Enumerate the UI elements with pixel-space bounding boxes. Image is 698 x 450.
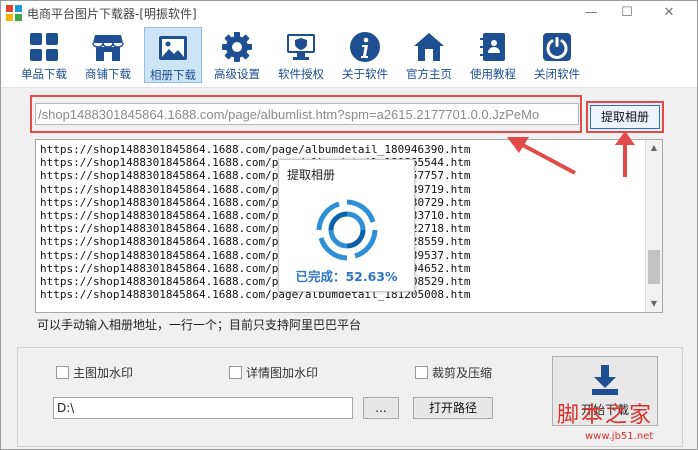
store-icon	[92, 35, 124, 61]
toolbar-item-shop-download[interactable]: 商铺下载	[79, 27, 137, 83]
progress-status: 已完成：52.63%	[295, 269, 398, 284]
open-path-button[interactable]: 打开路径	[413, 397, 493, 419]
toolbar-label: 使用教程	[470, 67, 516, 81]
dialog-title: 提取相册	[287, 168, 336, 182]
save-path-input[interactable]: D:\	[53, 397, 353, 419]
app-logo-icon	[6, 5, 22, 21]
toolbar-item-about[interactable]: 关于软件	[336, 27, 394, 83]
toolbar-label: 相册下载	[150, 68, 196, 82]
annotation-arrow-icon	[615, 131, 635, 177]
title-bar: 电商平台图片下载器-[明振软件] — ☐ ✕	[1, 1, 697, 25]
crop-compress-label: 裁剪及压缩	[432, 366, 493, 380]
toolbar-label: 官方主页	[406, 67, 452, 81]
toolbar-label: 单品下载	[21, 67, 67, 81]
toolbar-label: 关于软件	[342, 67, 388, 81]
window-title: 电商平台图片下载器-[明振软件]	[27, 7, 197, 21]
scrollbar-thumb[interactable]	[648, 250, 660, 284]
toolbar-item-exit[interactable]: 关闭软件	[528, 27, 586, 83]
gear-icon	[222, 32, 252, 62]
annotation-highlight-url	[30, 95, 582, 133]
main-watermark-label: 主图加水印	[73, 366, 134, 380]
close-icon[interactable]: ✕	[659, 4, 679, 22]
image-icon	[159, 36, 187, 60]
toolbar-item-advanced-settings[interactable]: 高级设置	[208, 27, 266, 83]
toolbar-item-license[interactable]: 软件授权	[272, 27, 330, 83]
info-icon	[350, 32, 380, 62]
scroll-up-icon[interactable]: ▲	[646, 140, 662, 156]
home-icon	[414, 33, 444, 61]
book-icon	[480, 33, 505, 61]
toolbar-label: 关闭软件	[534, 67, 580, 81]
toolbar-item-single-download[interactable]: 单品下载	[15, 27, 73, 83]
list-scrollbar[interactable]: ▲ ▼	[645, 140, 662, 312]
minimize-icon[interactable]: —	[581, 4, 601, 22]
toolbar: 单品下载 商铺下载 相册下载 高级设置 软件授权 关于软件 官方主页 使用教程 …	[1, 25, 697, 88]
input-hint: 可以手动输入相册地址，一行一个；目前只支持阿里巴巴平台	[37, 318, 362, 332]
toolbar-label: 软件授权	[278, 67, 324, 81]
main-watermark-checkbox[interactable]	[56, 366, 69, 379]
grid-icon	[30, 33, 58, 61]
toolbar-item-tutorial[interactable]: 使用教程	[464, 27, 522, 83]
scroll-down-icon[interactable]: ▼	[646, 296, 662, 312]
detail-watermark-checkbox[interactable]	[229, 366, 242, 379]
toolbar-item-album-download[interactable]: 相册下载	[144, 27, 202, 83]
maximize-icon[interactable]: ☐	[617, 4, 637, 22]
toolbar-item-homepage[interactable]: 官方主页	[400, 27, 458, 83]
toolbar-label: 商铺下载	[85, 67, 131, 81]
site-watermark-url: www.jb51.net	[585, 431, 654, 442]
detail-watermark-label: 详情图加水印	[246, 366, 319, 380]
loading-spinner-icon	[316, 199, 378, 261]
crop-compress-checkbox[interactable]	[415, 366, 428, 379]
shield-monitor-icon	[287, 34, 315, 60]
annotation-arrow-icon	[507, 137, 576, 175]
site-watermark: 脚本之家	[557, 403, 654, 428]
progress-dialog: 提取相册 已完成：52.63%	[278, 159, 415, 292]
browse-button[interactable]: ...	[363, 397, 399, 419]
toolbar-label: 高级设置	[214, 67, 260, 81]
power-icon	[543, 33, 571, 61]
list-item: https://shop1488301845864.1688.com/page/…	[40, 143, 471, 156]
download-icon	[592, 365, 618, 395]
app-window: 电商平台图片下载器-[明振软件] — ☐ ✕ 单品下载 商铺下载 相册下载 高级…	[0, 0, 698, 450]
